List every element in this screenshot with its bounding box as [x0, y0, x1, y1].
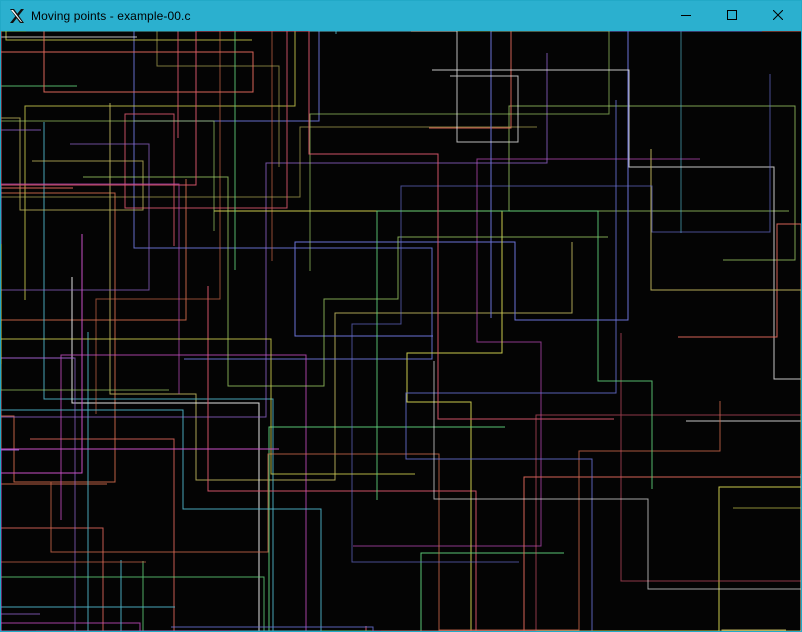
- point-trail: [1, 53, 548, 615]
- maximize-button[interactable]: [709, 1, 755, 31]
- point-trail: [95, 31, 273, 414]
- point-trail: [1, 31, 41, 244]
- minimize-icon: [681, 7, 691, 25]
- point-trail: [36, 277, 276, 631]
- maximize-icon: [727, 7, 737, 25]
- point-trail: [1, 31, 236, 270]
- point-trail: [351, 74, 771, 563]
- close-button[interactable]: [755, 1, 801, 31]
- point-trail: [650, 149, 801, 631]
- point-trail: [429, 31, 801, 129]
- x-window-system-icon: [9, 8, 25, 24]
- point-trail: [433, 361, 801, 631]
- point-trail: [1, 179, 187, 485]
- moving-points-trails: [1, 31, 801, 631]
- point-trail: [1, 234, 279, 631]
- point-trail: [1, 31, 519, 143]
- point-trail: [1, 31, 614, 420]
- point-trail: [268, 426, 564, 631]
- point-trail: [1, 561, 265, 631]
- point-trail: [353, 158, 700, 547]
- title-bar[interactable]: Moving points - example-00.c: [1, 1, 801, 31]
- point-trail: [171, 100, 617, 631]
- point-trail: [1, 31, 254, 189]
- window-controls: [663, 1, 801, 31]
- point-trail: [381, 507, 801, 631]
- point-trail: [5, 31, 296, 300]
- app-window: Moving points - example-00.c: [0, 0, 802, 632]
- minimize-button[interactable]: [663, 1, 709, 31]
- drawing-canvas[interactable]: [1, 31, 801, 631]
- point-trail: [1, 143, 150, 631]
- point-trail: [673, 31, 737, 233]
- point-trail: [371, 333, 801, 631]
- point-trail: [43, 122, 274, 631]
- point-trail: [98, 31, 610, 271]
- close-icon: [772, 7, 784, 25]
- point-trail: [50, 401, 721, 631]
- window-title: Moving points - example-00.c: [31, 9, 191, 23]
